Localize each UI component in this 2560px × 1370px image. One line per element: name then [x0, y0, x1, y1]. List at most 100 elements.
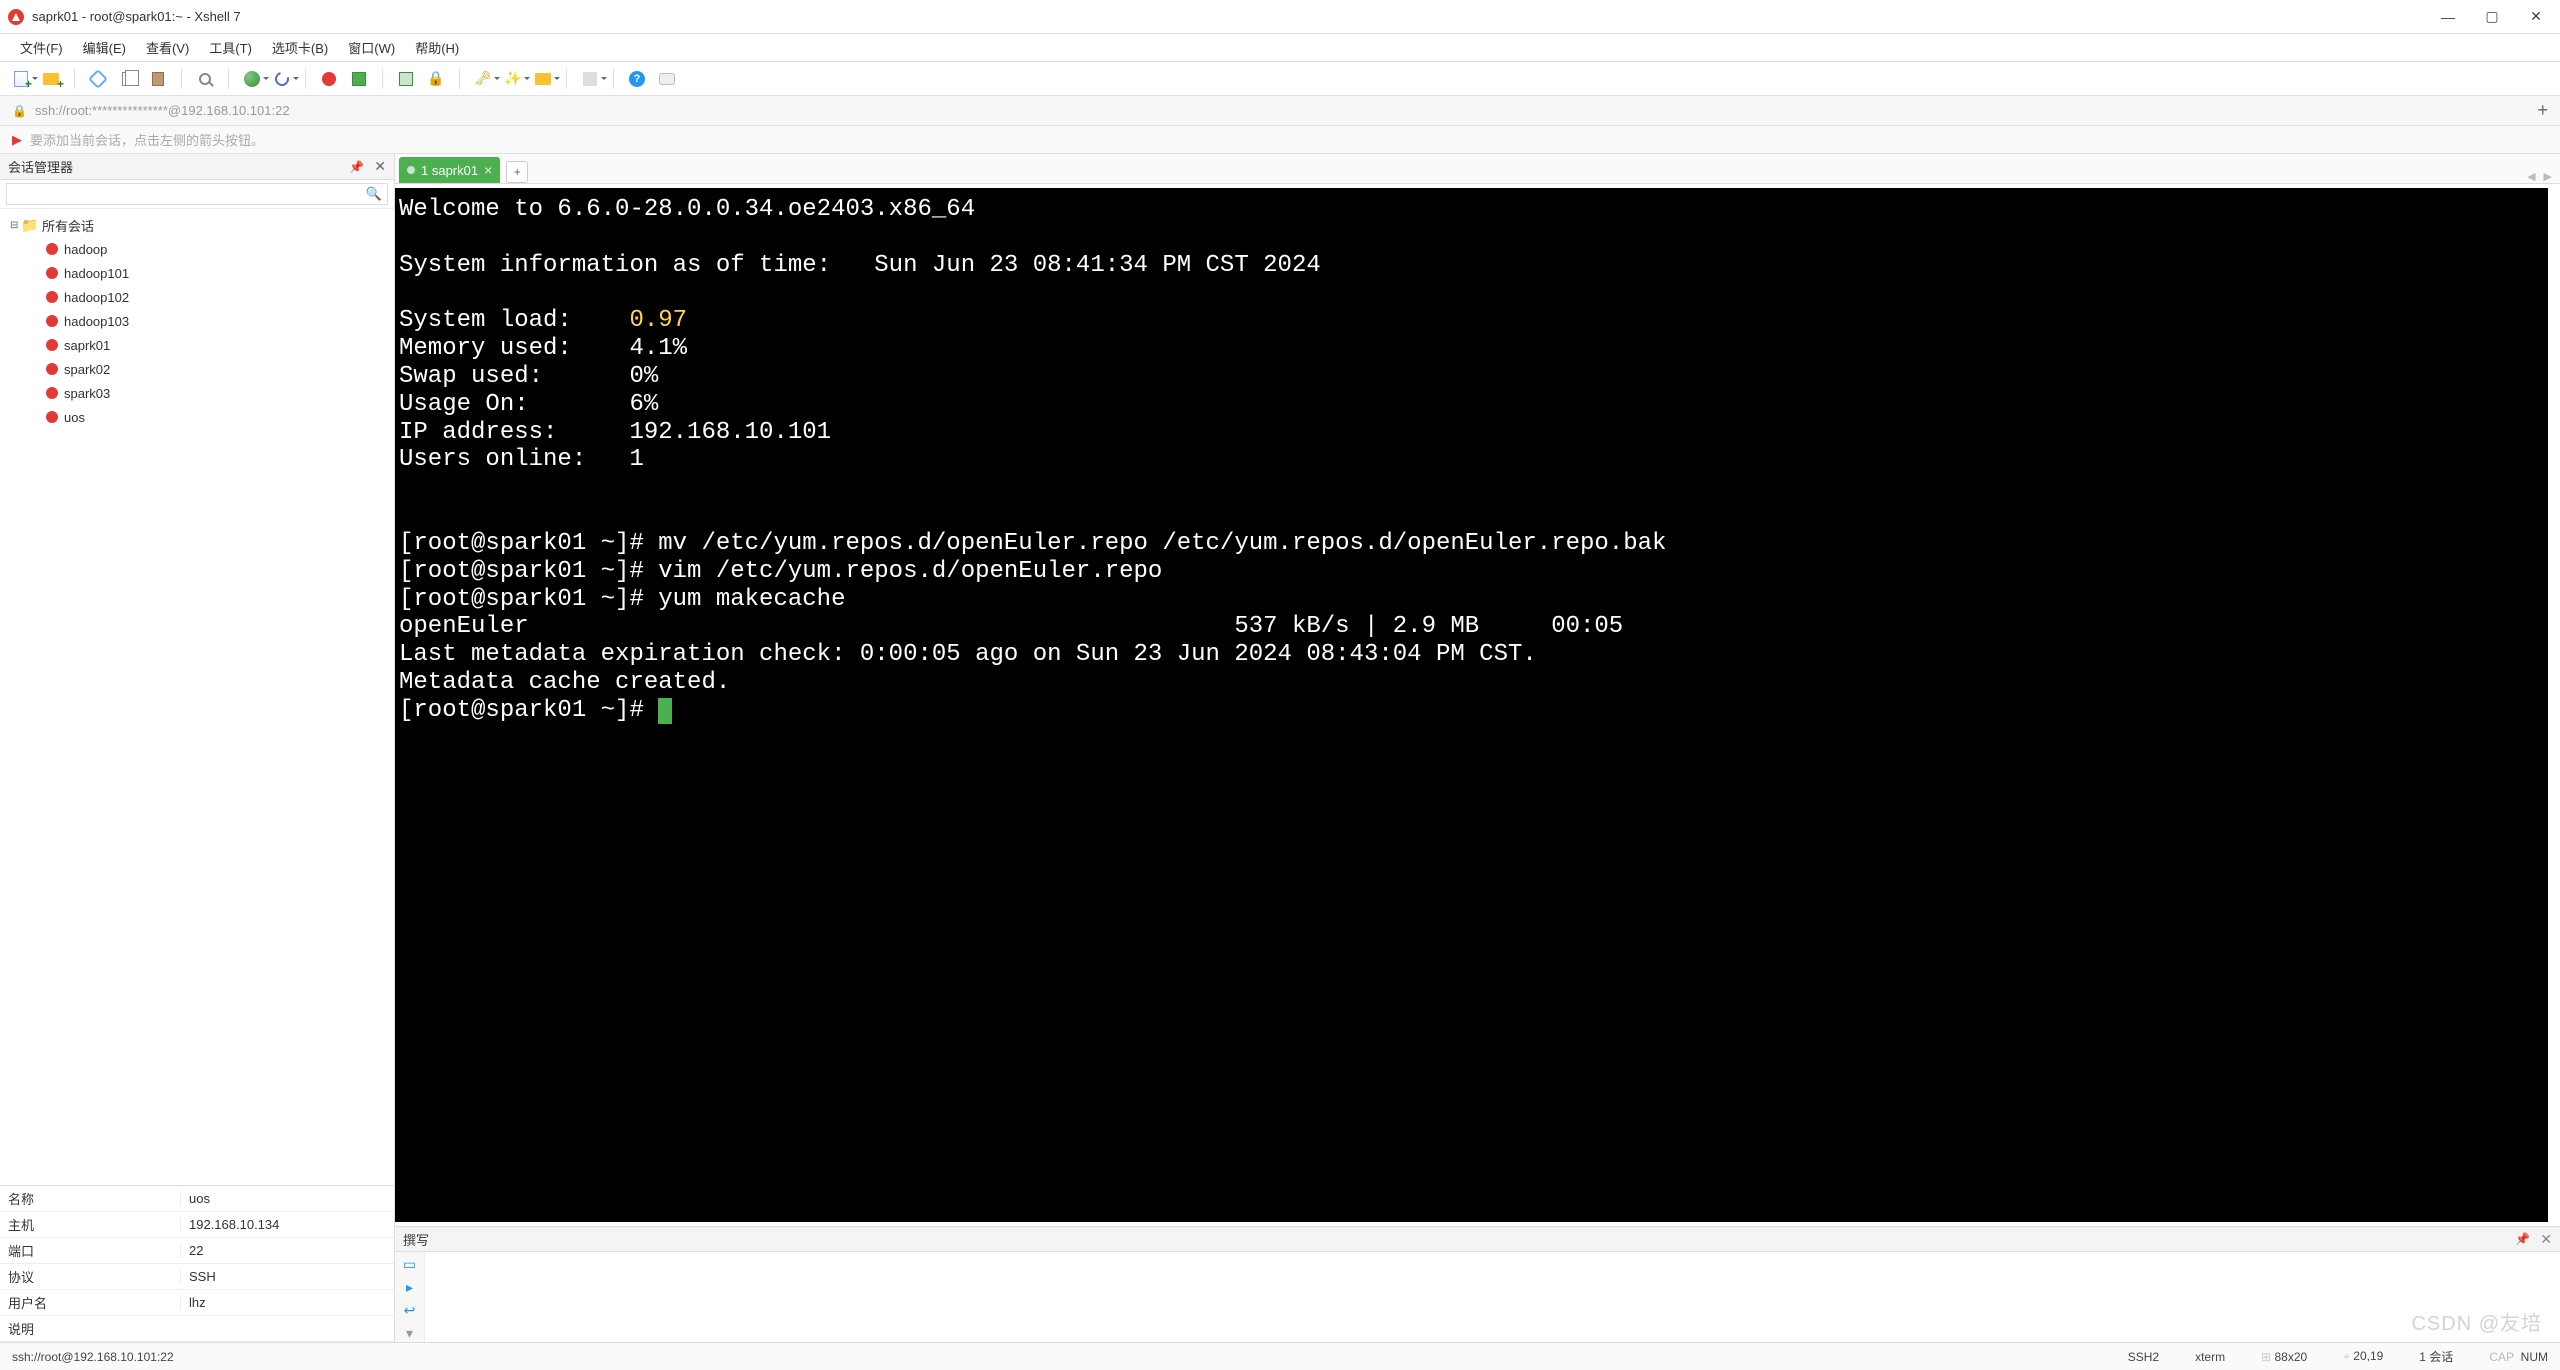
session-label: spark02 [64, 362, 110, 377]
property-key: 端口 [0, 1241, 180, 1260]
stop-button[interactable] [318, 68, 340, 90]
term-prompt: [root@spark01 ~]# [399, 697, 658, 724]
term-cache-line: Metadata cache created. [399, 669, 730, 696]
session-item[interactable]: spark03 [6, 381, 394, 405]
help-icon-button[interactable]: ? [626, 68, 648, 90]
session-item[interactable]: hadoop103 [6, 309, 394, 333]
tab-strip: 1 saprk01 × + ◀ ▶ [395, 154, 2560, 184]
session-icon [44, 241, 60, 257]
panel-pin-button[interactable]: 📌 [349, 160, 364, 174]
grid-button[interactable] [348, 68, 370, 90]
find-button[interactable] [194, 68, 216, 90]
grid-icon: ⊞ [2261, 1350, 2274, 1364]
window-title: saprk01 - root@spark01:~ - Xshell 7 [32, 9, 241, 24]
compose-input[interactable] [425, 1252, 2560, 1342]
session-tab-active[interactable]: 1 saprk01 × [399, 157, 500, 183]
tab-prev-button[interactable]: ◀ [2527, 170, 2535, 183]
expander-icon[interactable]: ⊟ [10, 220, 22, 231]
compose-gutter: ▭ ▸ ↩ ▾ [395, 1252, 425, 1342]
session-icon [44, 385, 60, 401]
session-search-input[interactable] [6, 183, 388, 205]
tree-root[interactable]: ⊟ 📁 所有会话 [6, 213, 394, 237]
property-row: 说明 [0, 1316, 394, 1342]
property-key: 用户名 [0, 1293, 180, 1312]
new-session-button[interactable] [10, 68, 32, 90]
address-text: ssh://root:***************@192.168.10.10… [35, 103, 290, 118]
panel-close-button[interactable]: ✕ [374, 158, 386, 175]
menu-view[interactable]: 查看(V) [138, 36, 197, 59]
term-load-value: 0.97 [629, 307, 687, 334]
menu-help[interactable]: 帮助(H) [407, 36, 467, 59]
address-bar[interactable]: 🔒 ssh://root:***************@192.168.10.… [0, 96, 2560, 126]
tab-add-button[interactable]: + [506, 161, 528, 183]
panel-header: 会话管理器 📌 ✕ [0, 154, 394, 180]
session-label: saprk01 [64, 338, 110, 353]
key-button[interactable]: 🗝 [472, 68, 494, 90]
hint-text: 要添加当前会话，点击左侧的箭头按钮。 [30, 130, 264, 149]
property-key: 说明 [0, 1319, 180, 1338]
separator [459, 69, 460, 89]
lock-button[interactable]: 🔒 [425, 68, 447, 90]
term-meta-line: Last metadata expiration check: 0:00:05 … [399, 641, 1537, 668]
session-icon [44, 313, 60, 329]
session-item[interactable]: hadoop102 [6, 285, 394, 309]
compose-title: 撰写 [403, 1230, 429, 1249]
session-item[interactable]: hadoop101 [6, 261, 394, 285]
pos-icon: ⌖ [2343, 1349, 2353, 1363]
compose-pin-button[interactable]: 📌 [2515, 1232, 2530, 1246]
menu-file[interactable]: 文件(F) [12, 36, 71, 59]
property-key: 主机 [0, 1215, 180, 1234]
terminal-cursor [658, 698, 672, 724]
paste-button[interactable] [147, 68, 169, 90]
open-button[interactable] [40, 68, 62, 90]
separator [566, 69, 567, 89]
copy-button[interactable] [117, 68, 139, 90]
feedback-button[interactable] [656, 68, 678, 90]
window-maximize-button[interactable]: ▢ [2484, 9, 2500, 25]
folder-button[interactable] [532, 68, 554, 90]
compose-close-button[interactable]: ✕ [2540, 1231, 2552, 1248]
tree-root-label: 所有会话 [42, 216, 94, 235]
separator [74, 69, 75, 89]
fullscreen-button[interactable] [395, 68, 417, 90]
menu-tab[interactable]: 选项卡(B) [264, 36, 336, 59]
separator [382, 69, 383, 89]
session-label: hadoop101 [64, 266, 129, 281]
status-num: NUM [2521, 1350, 2548, 1364]
folder-icon: 📁 [22, 217, 38, 233]
session-label: hadoop103 [64, 314, 129, 329]
term-sysinfo-header: System information as of time: Sun Jun 2… [399, 252, 1321, 279]
connect-button[interactable] [87, 68, 109, 90]
tab-status-icon [407, 166, 415, 174]
terminal-output[interactable]: Welcome to 6.6.0-28.0.0.34.oe2403.x86_64… [395, 188, 2548, 1222]
more-button[interactable] [579, 68, 601, 90]
compose-mode-icon[interactable]: ▭ [403, 1256, 416, 1273]
term-mem: Memory used: 4.1% [399, 335, 687, 362]
globe-button[interactable] [241, 68, 263, 90]
content-area: 1 saprk01 × + ◀ ▶ Welcome to 6.6.0-28.0.… [395, 154, 2560, 1342]
property-table: 名称uos主机192.168.10.134端口22协议SSH用户名lhz说明 [0, 1185, 394, 1342]
term-cmd3: [root@spark01 ~]# yum makecache [399, 586, 845, 613]
compose-history-icon[interactable]: ▾ [406, 1325, 413, 1342]
window-close-button[interactable]: ✕ [2528, 9, 2544, 25]
address-add-button[interactable]: + [2537, 100, 2548, 121]
session-item[interactable]: uos [6, 405, 394, 429]
status-sessions: 1 会话 [2419, 1348, 2453, 1365]
session-item[interactable]: saprk01 [6, 333, 394, 357]
compose-send-icon[interactable]: ↩ [404, 1302, 416, 1319]
window-minimize-button[interactable]: — [2440, 9, 2456, 25]
hint-bar: ▶ 要添加当前会话，点击左侧的箭头按钮。 [0, 126, 2560, 154]
reload-button[interactable] [271, 68, 293, 90]
term-cmd1: [root@spark01 ~]# mv /etc/yum.repos.d/op… [399, 530, 1666, 557]
wand-button[interactable]: ✨ [502, 68, 524, 90]
property-row: 端口22 [0, 1238, 394, 1264]
menu-tools[interactable]: 工具(T) [201, 36, 260, 59]
menu-window[interactable]: 窗口(W) [340, 36, 403, 59]
tab-next-button[interactable]: ▶ [2544, 170, 2552, 183]
session-label: hadoop [64, 242, 107, 257]
compose-next-icon[interactable]: ▸ [406, 1279, 413, 1296]
session-item[interactable]: spark02 [6, 357, 394, 381]
tab-close-button[interactable]: × [484, 162, 492, 178]
session-item[interactable]: hadoop [6, 237, 394, 261]
menu-edit[interactable]: 编辑(E) [75, 36, 134, 59]
